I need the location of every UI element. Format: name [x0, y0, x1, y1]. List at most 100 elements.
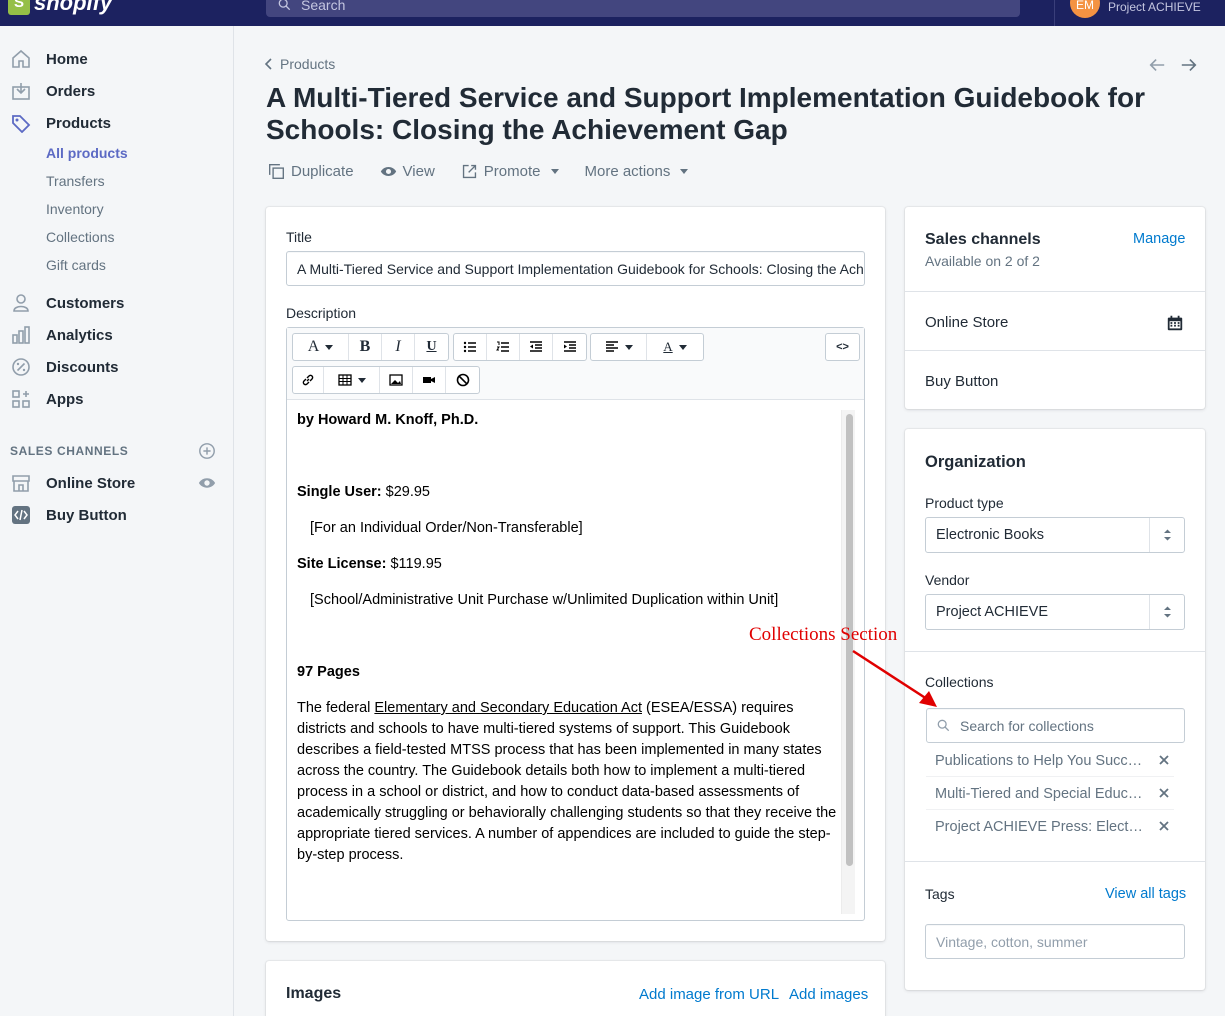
store-name[interactable]: Project ACHIEVE — [1108, 0, 1201, 14]
font-style-label: A — [307, 338, 320, 355]
sidebar-item-analytics[interactable]: Analytics — [10, 324, 113, 346]
description-paragraph: The federal Elementary and Secondary Edu… — [297, 698, 842, 866]
add-channel-icon[interactable] — [198, 442, 216, 460]
remove-collection-close-icon[interactable] — [1158, 787, 1170, 799]
view-store-eye-icon[interactable] — [198, 474, 216, 492]
view-button[interactable]: View — [380, 161, 435, 181]
list-format-group — [453, 333, 587, 361]
alignment-color-group: A — [590, 333, 704, 361]
shopify-logo[interactable]: shopify — [8, 0, 112, 16]
breadcrumb-label: Products — [280, 56, 336, 72]
availability-text: Available on 2 of 2 — [925, 253, 1040, 269]
sidebar-item-customers[interactable]: Customers — [10, 292, 124, 314]
sidebar-subitem-gift-cards[interactable]: Gift cards — [46, 257, 106, 275]
divider — [905, 350, 1205, 351]
duplicate-button[interactable]: Duplicate — [268, 161, 354, 181]
sidebar-item-apps[interactable]: Apps — [10, 388, 84, 410]
html-toggle-group: <> — [825, 333, 860, 361]
html-source-button[interactable]: <> — [826, 334, 859, 360]
add-images-link[interactable]: Add images — [789, 986, 868, 1003]
tags-input[interactable]: Vintage, cotton, summer — [925, 924, 1185, 959]
title-input[interactable]: A Multi-Tiered Service and Support Imple… — [286, 251, 865, 286]
select-arrows-icon — [1164, 606, 1171, 618]
tags-label: Tags — [925, 886, 955, 902]
product-type-select[interactable]: Electronic Books — [925, 517, 1185, 553]
more-actions-button[interactable]: More actions — [585, 161, 689, 181]
search-icon — [937, 719, 950, 732]
sidebar-item-products[interactable]: Products — [10, 112, 111, 134]
outdent-button[interactable] — [520, 334, 553, 360]
esea-link[interactable]: Elementary and Secondary Education Act — [374, 700, 642, 716]
remove-collection-close-icon[interactable] — [1158, 820, 1170, 832]
next-product-arrow-icon[interactable] — [1180, 56, 1198, 74]
sidebar-item-label: Analytics — [46, 326, 113, 344]
add-image-from-url-link[interactable]: Add image from URL — [639, 986, 779, 1003]
clear-formatting-button[interactable] — [446, 367, 479, 393]
images-heading: Images — [286, 985, 342, 1002]
table-icon — [337, 374, 352, 386]
calendar-icon[interactable] — [1166, 314, 1184, 332]
external-link-icon — [462, 164, 476, 178]
text-color-label: A — [663, 339, 673, 354]
duplicate-label: Duplicate — [291, 162, 354, 180]
sidebar-channel-buy-button[interactable]: Buy Button — [10, 504, 127, 526]
vendor-select[interactable]: Project ACHIEVE — [925, 594, 1185, 630]
sidebar-item-label: Buy Button — [46, 506, 127, 524]
title-label: Title — [286, 229, 312, 245]
insert-table-button[interactable] — [324, 367, 380, 393]
avatar[interactable]: EM — [1070, 0, 1100, 18]
single-user-note: [For an Individual Order/Non-Transferabl… — [310, 520, 583, 536]
align-button[interactable] — [591, 334, 647, 360]
insert-image-button[interactable] — [380, 367, 413, 393]
eye-icon — [380, 166, 396, 176]
site-license-line: Site License: $119.95 — [297, 556, 442, 572]
bulleted-list-button[interactable] — [454, 334, 487, 360]
sidebar-item-label: Orders — [46, 82, 96, 100]
author-line: by Howard M. Knoff, Ph.D. — [297, 412, 479, 428]
text-color-button[interactable]: A — [647, 334, 703, 360]
product-type-label: Product type — [925, 495, 1004, 511]
sidebar-subitem-all-products[interactable]: All products — [46, 145, 128, 163]
sidebar-subitem-inventory[interactable]: Inventory — [46, 201, 104, 219]
promote-button[interactable]: Promote — [461, 161, 559, 181]
indent-icon — [563, 341, 576, 352]
numbered-list-button[interactable] — [487, 334, 520, 360]
underline-button[interactable]: U — [415, 334, 448, 360]
manage-channels-link[interactable]: Manage — [1133, 231, 1185, 247]
sidebar-channel-online-store[interactable]: Online Store — [10, 472, 135, 494]
customers-icon — [10, 292, 32, 314]
channel-online-store: Online Store — [925, 314, 1009, 331]
insert-link-button[interactable] — [293, 367, 324, 393]
site-license-label: Site License: — [297, 556, 387, 572]
sidebar-subitem-collections[interactable]: Collections — [46, 229, 114, 247]
collection-name: Multi-Tiered and Special Education — [935, 785, 1145, 802]
sidebar-item-orders[interactable]: Orders — [10, 80, 95, 102]
collection-item: Publications to Help You Succeed — [926, 745, 1174, 777]
indent-button[interactable] — [553, 334, 586, 360]
breadcrumb[interactable]: Products — [264, 56, 335, 72]
sidebar-item-label: Products — [46, 114, 112, 132]
view-all-tags-link[interactable]: View all tags — [1105, 886, 1186, 902]
search-placeholder: Search — [301, 0, 346, 13]
vendor-value: Project ACHIEVE — [936, 604, 1049, 620]
sidebar-subitem-transfers[interactable]: Transfers — [46, 173, 105, 191]
divider — [905, 291, 1205, 292]
product-actions: Duplicate View Promote More actions — [268, 161, 714, 181]
sidebar-item-discounts[interactable]: Discounts — [10, 356, 119, 378]
products-tag-icon — [10, 112, 32, 134]
logo-text: shopify — [34, 0, 113, 15]
caret-down-icon — [550, 168, 559, 174]
image-icon — [389, 374, 403, 386]
collections-search-input[interactable]: Search for collections — [926, 708, 1185, 743]
remove-collection-close-icon[interactable] — [1158, 754, 1170, 766]
global-search-input[interactable]: Search — [266, 0, 1020, 17]
bold-button[interactable]: B — [349, 334, 382, 360]
font-style-button[interactable]: A — [293, 334, 349, 360]
previous-product-arrow-icon[interactable] — [1148, 56, 1166, 74]
sidebar-item-home[interactable]: Home — [10, 48, 88, 70]
buy-button-icon — [10, 504, 32, 526]
caret-down-icon — [678, 344, 687, 350]
italic-button[interactable]: I — [382, 334, 415, 360]
insert-group — [292, 366, 480, 394]
insert-video-button[interactable] — [413, 367, 446, 393]
